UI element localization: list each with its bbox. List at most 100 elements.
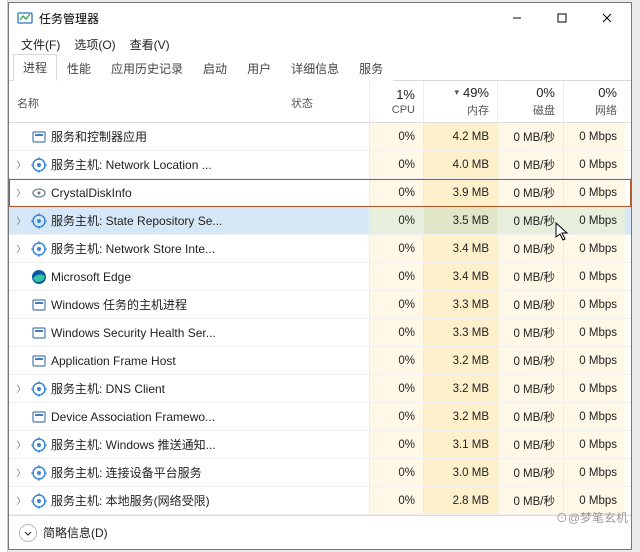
expand-caret-icon[interactable]: 〉: [15, 494, 27, 507]
tab-app-history[interactable]: 应用历史记录: [101, 55, 193, 81]
tab-performance[interactable]: 性能: [57, 55, 101, 81]
process-status-cell: [235, 347, 369, 374]
process-row[interactable]: 〉Application Frame Host0%3.2 MB0 MB/秒0 M…: [9, 347, 631, 375]
process-disk-cell: 0 MB/秒: [497, 291, 563, 318]
expand-caret-icon[interactable]: 〉: [15, 382, 27, 395]
header-cpu-value: 1%: [396, 87, 415, 102]
process-disk-cell: 0 MB/秒: [497, 235, 563, 262]
expand-caret-icon[interactable]: 〉: [15, 214, 27, 227]
header-memory[interactable]: ▾ 49% 内存: [423, 81, 497, 122]
header-memory-label: 内存: [467, 102, 489, 118]
process-name-cell: 〉 服务主机: Network Store Inte...: [9, 235, 235, 262]
process-mem-cell: 4.2 MB: [423, 123, 497, 150]
process-net-cell: 0 Mbps: [563, 291, 625, 318]
process-name-cell: 〉服务主机: Windows 推送通知...: [9, 431, 235, 458]
process-icon: [31, 269, 47, 285]
process-name-cell: 〉服务主机: 连接设备平台服务: [9, 459, 235, 486]
header-cpu[interactable]: 1% CPU: [369, 81, 423, 122]
window-title: 任务管理器: [39, 10, 99, 27]
process-net-cell: 0 Mbps: [563, 319, 625, 346]
process-row[interactable]: 〉Windows 任务的主机进程0%3.3 MB0 MB/秒0 Mbps: [9, 291, 631, 319]
process-status-cell: [235, 235, 369, 262]
menu-file[interactable]: 文件(F): [15, 34, 66, 55]
header-status[interactable]: 状态: [235, 81, 369, 122]
maximize-button[interactable]: [539, 4, 584, 32]
close-button[interactable]: [584, 4, 629, 32]
process-net-cell: 0 Mbps: [563, 151, 625, 178]
process-mem-cell: 3.9 MB: [423, 179, 497, 206]
window-controls: [494, 4, 629, 32]
process-name-cell: 〉Device Association Framewo...: [9, 403, 235, 430]
process-net-cell: 0 Mbps: [563, 375, 625, 402]
process-cpu-cell: 0%: [369, 459, 423, 486]
tab-startup[interactable]: 启动: [193, 55, 237, 81]
process-row[interactable]: 〉Windows Security Health Ser...0%3.3 MB0…: [9, 319, 631, 347]
process-cpu-cell: 0%: [369, 207, 423, 234]
process-row[interactable]: 〉服务主机: State Repository Se...0%3.5 MB0 M…: [9, 207, 631, 235]
header-disk[interactable]: 0% 磁盘: [497, 81, 563, 122]
process-row[interactable]: 〉CrystalDiskInfo0%3.9 MB0 MB/秒0 Mbps: [9, 179, 631, 207]
process-status-cell: [235, 123, 369, 150]
process-net-cell: 0 Mbps: [563, 179, 625, 206]
tab-users[interactable]: 用户: [237, 55, 281, 81]
process-row[interactable]: 〉Device Association Framewo...0%3.2 MB0 …: [9, 403, 631, 431]
process-name: 服务主机: Network Store Inte...: [51, 240, 215, 257]
process-row[interactable]: 〉服务主机: Windows 推送通知...0%3.1 MB0 MB/秒0 Mb…: [9, 431, 631, 459]
process-disk-cell: 0 MB/秒: [497, 347, 563, 374]
process-row[interactable]: 〉服务主机: 连接设备平台服务0%3.0 MB0 MB/秒0 Mbps: [9, 459, 631, 487]
header-network[interactable]: 0% 网络: [563, 81, 625, 122]
task-manager-window: 任务管理器 文件(F) 选项(O) 查看(V) 进程 性能 应用历史记录 启动 …: [8, 2, 632, 550]
process-name-cell: 〉 CrystalDiskInfo: [9, 179, 235, 206]
fewer-details-label: 简略信息(D): [43, 524, 108, 541]
process-mem-cell: 4.0 MB: [423, 151, 497, 178]
menubar: 文件(F) 选项(O) 查看(V): [9, 33, 631, 55]
minimize-button[interactable]: [494, 4, 539, 32]
process-cpu-cell: 0%: [369, 403, 423, 430]
menu-view[interactable]: 查看(V): [124, 34, 176, 55]
header-network-label: 网络: [595, 102, 617, 118]
expand-caret-icon[interactable]: 〉: [15, 242, 27, 255]
process-disk-cell: 0 MB/秒: [497, 431, 563, 458]
process-name: 服务和控制器应用: [51, 128, 147, 145]
process-status-cell: [235, 263, 369, 290]
process-row[interactable]: 〉Microsoft Edge0%3.4 MB0 MB/秒0 Mbps: [9, 263, 631, 291]
process-list[interactable]: 〉服务和控制器应用0%4.2 MB0 MB/秒0 Mbps〉服务主机: Netw…: [9, 123, 631, 515]
header-name[interactable]: 名称: [9, 81, 235, 122]
tab-processes[interactable]: 进程: [13, 54, 57, 81]
process-net-cell: 0 Mbps: [563, 459, 625, 486]
process-disk-cell: 0 MB/秒: [497, 375, 563, 402]
process-icon: [31, 157, 47, 173]
process-name-cell: 〉 服务主机: Network Location ...: [9, 151, 235, 178]
expand-caret-icon[interactable]: 〉: [15, 158, 27, 171]
header-disk-label: 磁盘: [533, 102, 555, 118]
process-icon: [31, 129, 47, 145]
process-cpu-cell: 0%: [369, 487, 423, 514]
process-status-cell: [235, 291, 369, 318]
header-network-value: 0%: [598, 85, 617, 100]
process-name-cell: 〉 服务主机: DNS Client: [9, 375, 235, 402]
expand-caret-icon[interactable]: 〉: [15, 186, 27, 199]
process-name: CrystalDiskInfo: [51, 186, 132, 200]
process-icon: [31, 353, 47, 369]
tab-details[interactable]: 详细信息: [281, 55, 349, 81]
process-row[interactable]: 〉服务主机: Network Store Inte...0%3.4 MB0 MB…: [9, 235, 631, 263]
process-icon: [31, 213, 47, 229]
process-row[interactable]: 〉服务主机: 本地服务(网络受限)0%2.8 MB0 MB/秒0 Mbps: [9, 487, 631, 515]
tabstrip: 进程 性能 应用历史记录 启动 用户 详细信息 服务: [9, 55, 631, 81]
process-row[interactable]: 〉服务主机: Network Location ...0%4.0 MB0 MB/…: [9, 151, 631, 179]
menu-options[interactable]: 选项(O): [68, 34, 121, 55]
expand-caret-icon[interactable]: 〉: [15, 438, 27, 451]
process-name: Microsoft Edge: [51, 270, 131, 284]
titlebar[interactable]: 任务管理器: [9, 3, 631, 33]
fewer-details-toggle[interactable]: [19, 524, 37, 542]
expand-caret-icon[interactable]: 〉: [15, 466, 27, 479]
process-cpu-cell: 0%: [369, 375, 423, 402]
tab-services[interactable]: 服务: [349, 55, 393, 81]
process-status-cell: [235, 207, 369, 234]
process-name: 服务主机: Network Location ...: [51, 156, 212, 173]
process-cpu-cell: 0%: [369, 291, 423, 318]
process-row[interactable]: 〉服务和控制器应用0%4.2 MB0 MB/秒0 Mbps: [9, 123, 631, 151]
process-row[interactable]: 〉服务主机: DNS Client0%3.2 MB0 MB/秒0 Mbps: [9, 375, 631, 403]
process-name: 服务主机: DNS Client: [51, 380, 165, 397]
process-name: Windows Security Health Ser...: [51, 326, 216, 340]
